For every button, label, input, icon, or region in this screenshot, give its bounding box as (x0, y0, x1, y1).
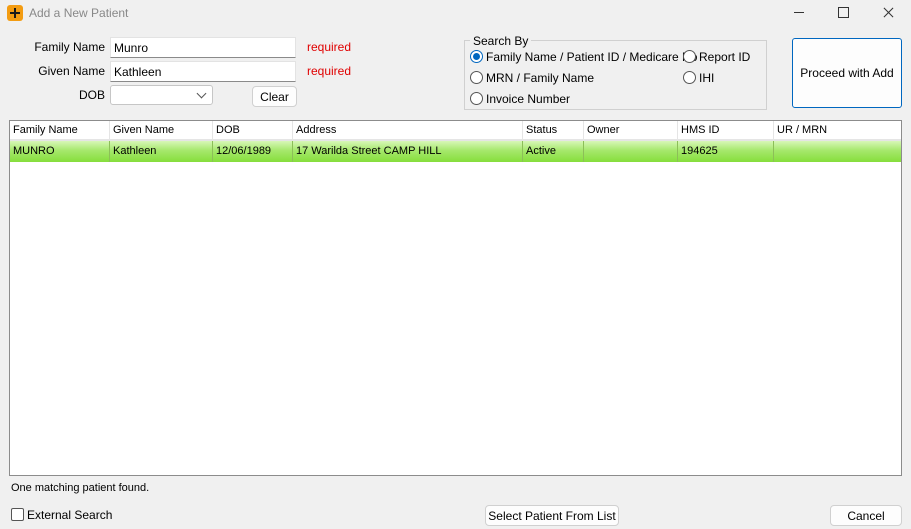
cell-owner (584, 141, 678, 162)
radio-ihi[interactable] (683, 71, 696, 84)
patient-grid[interactable]: Family Name Given Name DOB Address Statu… (9, 120, 902, 476)
given-name-input[interactable]: Kathleen (110, 61, 296, 82)
external-search-label[interactable]: External Search (27, 508, 112, 522)
add-patient-icon (7, 5, 23, 21)
radio-report-id-label[interactable]: Report ID (699, 50, 750, 64)
close-button[interactable] (865, 0, 911, 26)
col-hms-id[interactable]: HMS ID (678, 121, 774, 140)
minimize-button[interactable] (776, 0, 822, 26)
col-owner[interactable]: Owner (584, 121, 678, 140)
given-name-required: required (307, 64, 352, 78)
radio-mrn[interactable] (470, 71, 483, 84)
cell-dob: 12/06/1989 (213, 141, 293, 162)
grid-header: Family Name Given Name DOB Address Statu… (10, 121, 901, 140)
select-patient-button[interactable]: Select Patient From List (485, 505, 619, 526)
cell-hms-id: 194625 (678, 141, 774, 162)
proceed-with-add-button[interactable]: Proceed with Add (792, 38, 902, 108)
clear-button[interactable]: Clear (252, 86, 297, 107)
radio-mrn-label[interactable]: MRN / Family Name (486, 71, 594, 85)
radio-family-name[interactable] (470, 50, 483, 63)
col-address[interactable]: Address (293, 121, 523, 140)
cancel-button[interactable]: Cancel (830, 505, 902, 526)
cell-ur-mrn (774, 141, 901, 162)
family-name-required: required (307, 40, 352, 54)
cell-given-name: Kathleen (110, 141, 213, 162)
cell-family-name: MUNRO (10, 141, 110, 162)
table-row[interactable]: MUNRO Kathleen 12/06/1989 17 Warilda Str… (10, 141, 901, 162)
radio-family-name-label[interactable]: Family Name / Patient ID / Medicare No (486, 50, 697, 64)
dob-picker[interactable] (110, 85, 213, 105)
window-title: Add a New Patient (29, 6, 129, 20)
status-message: One matching patient found. (11, 482, 150, 494)
col-dob[interactable]: DOB (213, 121, 293, 140)
cell-status: Active (523, 141, 584, 162)
col-status[interactable]: Status (523, 121, 584, 140)
title-bar: Add a New Patient (0, 0, 911, 26)
external-search-checkbox[interactable] (11, 508, 24, 521)
chevron-down-icon (196, 88, 207, 99)
radio-ihi-label[interactable]: IHI (699, 71, 714, 85)
col-family-name[interactable]: Family Name (10, 121, 110, 140)
family-name-input[interactable]: Munro (110, 37, 296, 58)
family-name-label: Family Name (34, 40, 105, 54)
given-name-label: Given Name (38, 64, 105, 78)
col-given-name[interactable]: Given Name (110, 121, 213, 140)
col-ur-mrn[interactable]: UR / MRN (774, 121, 901, 140)
radio-invoice-number-label[interactable]: Invoice Number (486, 92, 570, 106)
dob-label: DOB (78, 88, 105, 102)
maximize-button[interactable] (820, 0, 866, 26)
radio-invoice-number[interactable] (470, 92, 483, 105)
search-by-title: Search By (470, 34, 532, 48)
radio-report-id[interactable] (683, 50, 696, 63)
cell-address: 17 Warilda Street CAMP HILL (293, 141, 523, 162)
